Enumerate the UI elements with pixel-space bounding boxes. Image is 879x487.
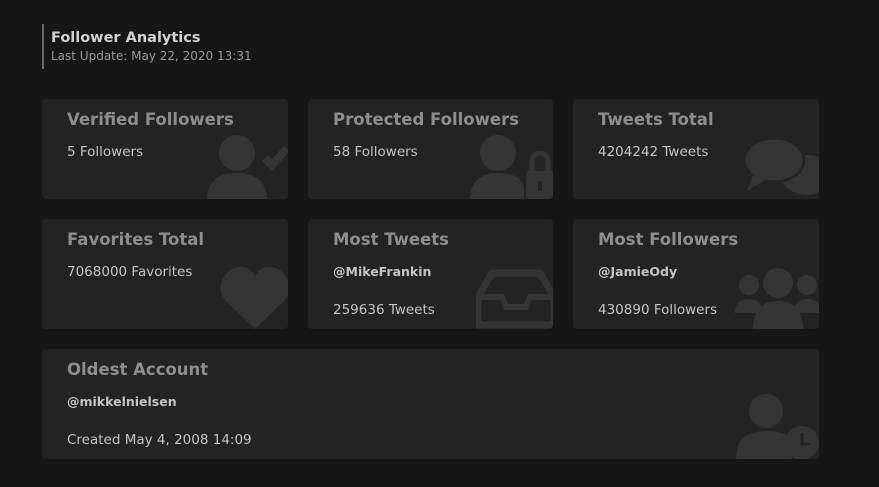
user-check-icon [207, 135, 288, 199]
card-value: 5 Followers [67, 144, 144, 160]
card-title: Most Followers [598, 230, 739, 249]
verified-followers-card: Verified Followers 5 Followers [42, 99, 288, 199]
card-title: Oldest Account [67, 360, 209, 379]
card-value: 259636 Tweets [333, 302, 435, 318]
most-followers-card: Most Followers @JamieOdy 430890 Follower… [573, 219, 819, 329]
page-title: Follower Analytics [51, 30, 201, 46]
card-title: Most Tweets [333, 230, 449, 249]
heart-icon [220, 266, 288, 329]
user-handle: @JamieOdy [598, 264, 678, 279]
page-header: Follower Analytics Last Update: May 22, … [42, 24, 252, 69]
card-title: Verified Followers [67, 110, 234, 129]
last-update-text: Last Update: May 22, 2020 13:31 [51, 49, 252, 63]
card-title: Favorites Total [67, 230, 205, 249]
card-value: 7068000 Favorites [67, 264, 193, 280]
oldest-account-card: Oldest Account @mikkelnielsen Created Ma… [42, 349, 819, 459]
inbox-icon [476, 269, 553, 329]
card-value: 58 Followers [333, 144, 418, 160]
card-value: 4204242 Tweets [598, 144, 709, 160]
card-title: Protected Followers [333, 110, 520, 129]
user-handle: @MikeFrankin [333, 264, 432, 279]
tweets-total-card: Tweets Total 4204242 Tweets [573, 99, 819, 199]
comments-icon [742, 136, 819, 195]
users-icon [735, 268, 819, 329]
favorites-total-card: Favorites Total 7068000 Favorites [42, 219, 288, 329]
card-value: Created May 4, 2008 14:09 [67, 432, 252, 448]
user-clock-icon [736, 394, 819, 459]
most-tweets-card: Most Tweets @MikeFrankin 259636 Tweets [308, 219, 553, 329]
user-lock-icon [470, 135, 553, 199]
card-title: Tweets Total [598, 110, 714, 129]
card-value: 430890 Followers [598, 302, 718, 318]
user-handle: @mikkelnielsen [67, 394, 177, 409]
protected-followers-card: Protected Followers 58 Followers [308, 99, 553, 199]
